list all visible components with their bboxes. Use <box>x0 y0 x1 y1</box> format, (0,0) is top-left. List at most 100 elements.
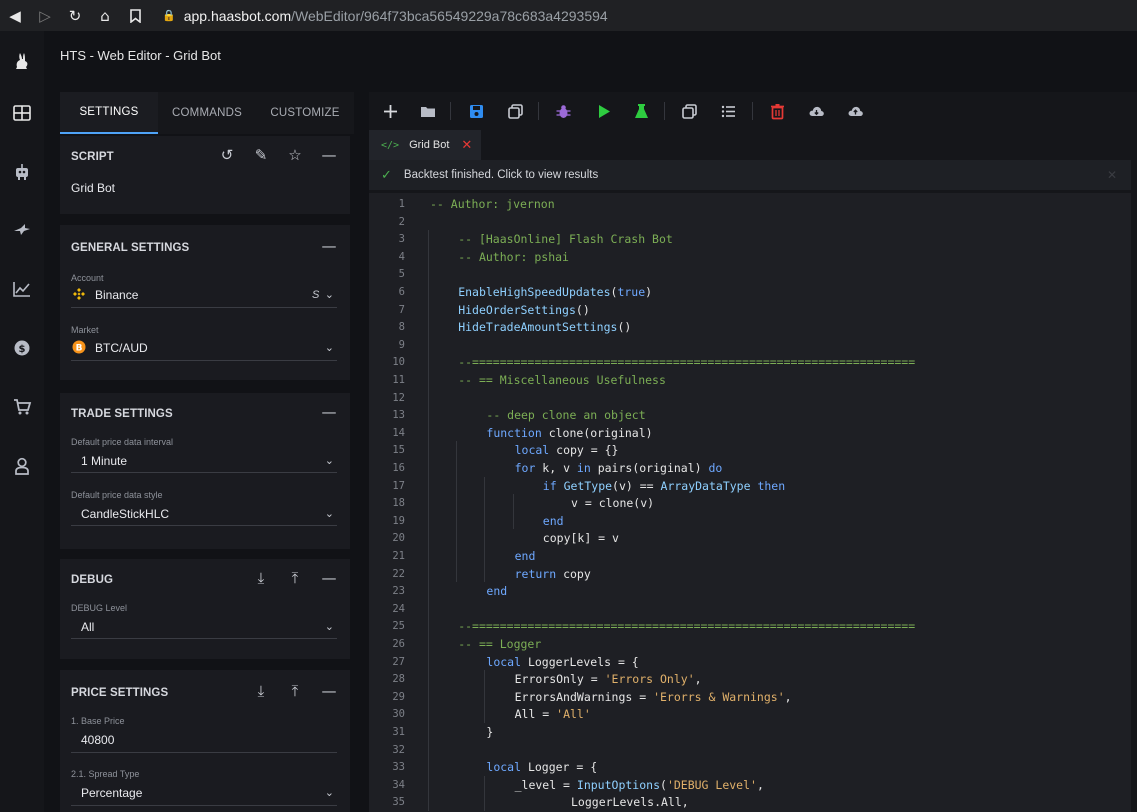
collapse-icon[interactable]: — <box>318 146 340 164</box>
run-play-icon[interactable] <box>591 100 615 122</box>
market-label: Market <box>71 325 99 335</box>
download-icon[interactable]: ⤓ <box>250 682 272 700</box>
duplicate-icon[interactable] <box>677 100 701 122</box>
close-icon[interactable]: ✕ <box>1107 168 1117 182</box>
code-text: -- == Logger <box>458 637 541 651</box>
new-file-icon[interactable] <box>378 100 402 122</box>
code-token: --======================================… <box>458 355 916 370</box>
undo-icon[interactable]: ↺ <box>216 146 238 164</box>
tab-settings[interactable]: SETTINGS <box>60 92 158 134</box>
code-line: 25 --====================================… <box>369 617 1131 635</box>
code-token: copy <box>563 566 591 581</box>
line-number: 4 <box>398 250 405 263</box>
bookmark-icon[interactable] <box>120 0 150 31</box>
line-number: 21 <box>392 550 405 562</box>
coin-icon[interactable]: $ <box>0 333 44 363</box>
debug-level-label: DEBUG Level <box>71 603 128 613</box>
back-icon[interactable]: ◀ <box>0 0 30 31</box>
code-text: ErrorsAndWarnings = 'Erorrs & Warnings', <box>515 690 792 704</box>
toolbar-divider <box>664 102 665 120</box>
chevron-down-icon: ⌄ <box>324 786 334 799</box>
upload-icon[interactable]: ⤒ <box>284 569 306 587</box>
open-folder-icon[interactable] <box>416 100 440 122</box>
code-line: 18 v = clone(v) <box>369 494 1131 512</box>
code-token: v = clone(v) <box>571 496 655 511</box>
file-tab-grid-bot[interactable]: </> Grid Bot ✕ <box>369 130 481 160</box>
base-price-label: 1. Base Price <box>71 716 125 726</box>
code-line: 10 --====================================… <box>369 353 1131 371</box>
code-line: 11 -- == Miscellaneous Usefulness <box>369 371 1131 389</box>
code-line: 6 EnableHighSpeedUpdates(true) <box>369 283 1131 301</box>
chart-line-icon[interactable] <box>0 274 44 304</box>
bot-icon[interactable] <box>0 157 44 187</box>
cloud-download-icon[interactable] <box>804 100 828 122</box>
rabbit-logo-icon[interactable] <box>0 46 44 76</box>
style-label: Default price data style <box>71 490 163 500</box>
user-icon[interactable] <box>0 451 44 481</box>
code-editor-panel: </> Grid Bot ✕ ✓ Backtest finished. Clic… <box>369 92 1137 812</box>
code-token: HideTradeAmountSettings <box>458 320 618 335</box>
code-line: 16 for k, v in pairs(original) do <box>369 459 1131 477</box>
bird-icon[interactable] <box>0 215 44 245</box>
code-token: -- == Miscellaneous Usefulness <box>458 373 666 387</box>
save-icon[interactable] <box>464 100 488 122</box>
code-line: 21 end <box>369 547 1131 565</box>
code-line: 1 -- Author: jvernon <box>369 195 1131 213</box>
collapse-icon[interactable]: — <box>318 682 340 700</box>
code-token: , <box>694 672 702 687</box>
cart-icon[interactable] <box>0 392 44 422</box>
copy-icon[interactable] <box>503 100 527 122</box>
code-token: then <box>757 478 786 493</box>
base-price-input[interactable]: 40800 <box>81 733 114 747</box>
general-settings-actions: — <box>318 237 340 255</box>
upload-icon[interactable]: ⤒ <box>284 682 306 700</box>
script-header: SCRIPT <box>71 151 114 163</box>
download-icon[interactable]: ⤓ <box>250 569 272 587</box>
code-text: EnableHighSpeedUpdates(true) <box>458 285 652 299</box>
home-icon[interactable]: ⌂ <box>90 0 120 31</box>
chevron-down-icon: ⌄ <box>324 620 334 633</box>
code-line: 7 HideOrderSettings() <box>369 301 1131 319</box>
star-icon[interactable]: ☆ <box>284 146 306 164</box>
code-line: 9 <box>369 336 1131 354</box>
divider <box>71 360 337 361</box>
script-actions: ↺ ✎ ☆ — <box>216 146 340 164</box>
code-token: GetType <box>563 478 613 493</box>
tab-commands[interactable]: COMMANDS <box>158 92 256 134</box>
close-icon[interactable]: ✕ <box>461 138 472 153</box>
list-icon[interactable] <box>716 100 740 122</box>
collapse-icon[interactable]: — <box>318 569 340 587</box>
collapse-icon[interactable]: — <box>318 237 340 255</box>
code-text: } <box>486 725 493 739</box>
svg-text:$: $ <box>19 344 26 355</box>
backtest-flask-icon[interactable] <box>629 100 653 122</box>
line-number: 29 <box>392 690 405 703</box>
debug-bug-icon[interactable] <box>551 100 575 122</box>
binance-icon <box>73 288 85 300</box>
address-bar[interactable]: 🔒 app.haasbot.com /WebEditor/964f73bca56… <box>162 8 608 24</box>
cloud-upload-icon[interactable] <box>843 100 867 122</box>
edit-icon[interactable]: ✎ <box>250 146 272 164</box>
code-token: InputOptions <box>576 777 660 792</box>
code-token: copy = {} <box>556 443 619 458</box>
code-text: if GetType(v) == ArrayDataType then <box>543 479 785 493</box>
backtest-notice[interactable]: ✓ Backtest finished. Click to view resul… <box>369 160 1131 190</box>
code-token: -- deep clone an object <box>486 408 646 423</box>
code-token: (v) == <box>612 478 661 493</box>
code-line: 5 <box>369 265 1131 283</box>
collapse-icon[interactable]: — <box>318 403 340 421</box>
left-rail: $ <box>0 31 44 812</box>
line-number: 35 <box>392 796 405 809</box>
code-text: -- Author: pshai <box>458 250 569 264</box>
code-token: -- == Logger <box>458 637 542 651</box>
delete-trash-icon[interactable] <box>765 100 789 122</box>
code-area[interactable]: 1 -- Author: jvernon 2 3 -- [HaasOnline] Fla… <box>369 193 1131 812</box>
line-number: 5 <box>398 268 405 281</box>
code-text: LoggerLevels.All, <box>571 795 689 809</box>
reload-icon[interactable]: ↻ <box>60 0 90 31</box>
forward-icon[interactable]: ▷ <box>30 0 60 31</box>
code-text: local LoggerLevels = { <box>486 655 638 669</box>
code-text: -- [HaasOnline] Flash Crash Bot <box>458 232 673 246</box>
tab-customize[interactable]: CUSTOMIZE <box>256 92 354 134</box>
dashboard-grid-icon[interactable] <box>0 98 44 128</box>
